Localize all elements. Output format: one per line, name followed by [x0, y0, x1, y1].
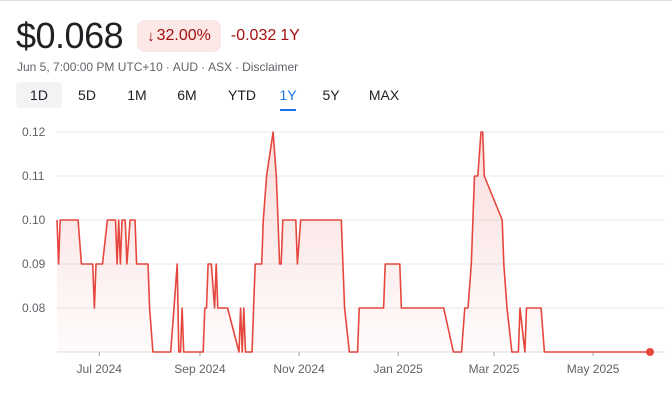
tab-6m[interactable]: 6M: [162, 82, 212, 108]
x-tick-label: Jan 2025: [373, 362, 423, 376]
y-tick-label: 0.10: [22, 213, 46, 227]
top-divider: [0, 0, 672, 1]
tab-max[interactable]: MAX: [356, 82, 412, 108]
x-axis: Jul 2024 Sep 2024 Nov 2024 Jan 2025 Mar 2025…: [77, 352, 620, 376]
x-tick-label: Nov 2024: [273, 362, 325, 376]
tab-5y[interactable]: 5Y: [306, 82, 356, 108]
y-tick-label: 0.12: [22, 125, 46, 139]
change-amount: -0.032: [230, 27, 277, 44]
down-arrow-icon: ↓: [147, 27, 155, 45]
quote-timestamp: Jun 5, 7:00:00 PM UTC+10: [17, 60, 163, 74]
last-price-dot: [646, 348, 654, 356]
y-tick-label: 0.08: [22, 301, 46, 315]
quote-currency: AUD: [172, 60, 199, 74]
quote-exchange: ASX: [208, 60, 233, 74]
tab-1y[interactable]: 1Y: [278, 82, 298, 111]
tab-1d[interactable]: 1D: [16, 82, 62, 108]
tab-1m[interactable]: 1M: [112, 82, 162, 108]
disclaimer-link[interactable]: Disclaimer: [242, 60, 298, 74]
change-percent: 32.00%: [156, 27, 211, 44]
price-header: $0.068 ↓ 32.00% -0.032 1Y: [16, 14, 300, 58]
change-period: 1Y: [280, 27, 300, 44]
price-chart[interactable]: 0.12 0.11 0.10 0.09 0.08 Jul 2024 Sep 2024 Nov…: [0, 112, 672, 400]
change-percent-badge: ↓ 32.00%: [137, 20, 221, 52]
y-tick-label: 0.11: [22, 169, 45, 183]
tab-5d[interactable]: 5D: [62, 82, 112, 108]
tab-ytd[interactable]: YTD: [212, 82, 272, 108]
y-axis: 0.12 0.11 0.10 0.09 0.08: [22, 125, 46, 315]
x-tick-label: Jul 2024: [77, 362, 123, 376]
current-price: $0.068: [16, 15, 124, 56]
x-tick-label: Mar 2025: [469, 362, 520, 376]
quote-meta: Jun 5, 7:00:00 PM UTC+10 · AUD · ASX · Disclai…: [17, 60, 299, 74]
x-tick-label: May 2025: [567, 362, 620, 376]
x-tick-label: Sep 2024: [174, 362, 226, 376]
range-tabs: 1D 5D 1M 6M YTD 1Y 5Y MAX: [16, 82, 412, 111]
price-area-fill: [57, 132, 650, 352]
y-tick-label: 0.09: [22, 257, 46, 271]
change-absolute: -0.032 1Y: [231, 27, 300, 45]
